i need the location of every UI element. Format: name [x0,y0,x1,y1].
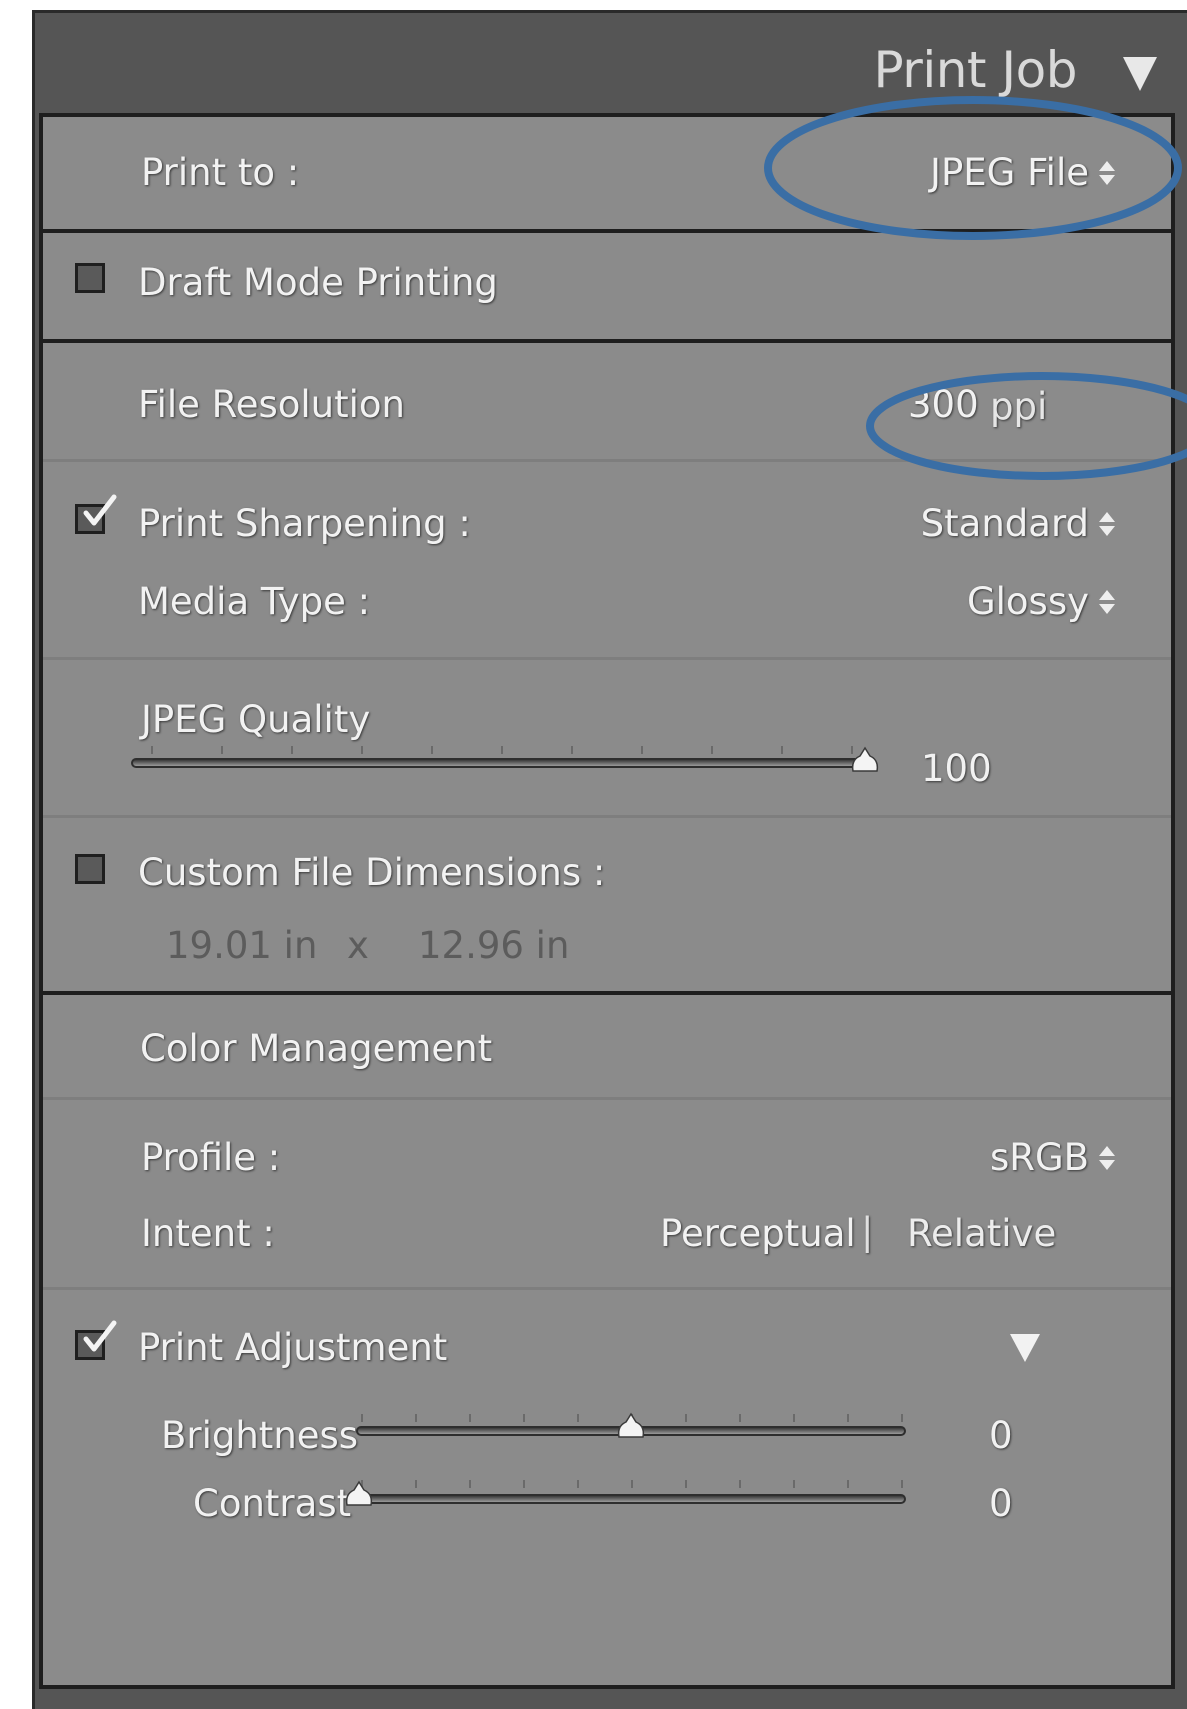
triangle-down-icon[interactable] [1008,1330,1042,1364]
intent-relative-option[interactable]: Relative [907,1212,1056,1255]
print-to-label: Print to : [141,151,300,194]
intent-label: Intent : [141,1212,275,1255]
print-adjustment-section: Print Adjustment Brightness 0 Contrast 0 [43,1290,1171,1685]
color-management-label: Color Management [140,1027,493,1070]
stepper-icon [1099,589,1115,619]
draft-mode-checkbox[interactable] [75,263,105,293]
file-resolution-unit: ppi [990,385,1048,428]
brightness-value[interactable]: 0 [989,1414,1013,1457]
jpeg-quality-slider-track[interactable] [131,758,868,768]
brightness-slider-thumb[interactable] [616,1412,646,1442]
profile-select[interactable]: sRGB [990,1136,1115,1179]
contrast-label: Contrast [193,1482,352,1525]
custom-width-field[interactable]: 19.01 in [166,924,317,967]
jpeg-quality-label: JPEG Quality [141,698,371,741]
media-type-label: Media Type : [138,580,371,623]
draft-mode-section: Draft Mode Printing [43,233,1171,343]
custom-height-field[interactable]: 12.96 in [418,924,569,967]
jpeg-quality-section: JPEG Quality 100 [43,660,1171,818]
print-adjustment-checkbox[interactable] [75,1320,117,1360]
dimension-separator: x [347,924,369,967]
profile-label: Profile : [141,1136,281,1179]
profile-value: sRGB [989,1136,1089,1179]
jpeg-quality-ticks [133,746,853,754]
contrast-ticks [357,1480,907,1488]
jpeg-quality-slider-thumb[interactable] [850,746,880,776]
checkmark-icon [83,494,117,526]
brightness-label: Brightness [161,1414,359,1457]
panel-header[interactable]: Print Job [35,13,1187,113]
media-type-select[interactable]: Glossy [967,580,1115,623]
checkmark-icon [83,1320,117,1352]
media-type-value: Glossy [966,580,1089,623]
stepper-icon [1099,160,1115,190]
sharpening-section: Print Sharpening : Standard Media Type :… [43,462,1171,660]
file-resolution-section: File Resolution 300 ppi [43,343,1171,462]
intent-divider: | [861,1210,874,1253]
contrast-value[interactable]: 0 [989,1482,1013,1525]
stepper-icon [1099,511,1115,541]
file-resolution-input[interactable]: 300 [908,383,979,426]
print-job-panel: Print Job Print to : JPEG File Draft Mod… [32,10,1187,1709]
custom-dimensions-checkbox[interactable] [75,854,105,884]
print-sharpening-checkbox[interactable] [75,494,117,534]
print-sharpening-select[interactable]: Standard [921,502,1115,545]
custom-dimensions-section: Custom File Dimensions : 19.01 in x 12.9… [43,818,1171,995]
jpeg-quality-value[interactable]: 100 [921,747,992,790]
stepper-icon [1099,1145,1115,1175]
print-to-select[interactable]: JPEG File [930,151,1115,194]
triangle-down-icon[interactable] [1123,57,1157,91]
color-management-section: Color Management [43,995,1171,1100]
contrast-slider-track[interactable] [356,1494,906,1504]
draft-mode-label: Draft Mode Printing [138,261,498,304]
print-to-value: JPEG File [930,151,1089,194]
print-sharpening-value: Standard [920,502,1089,545]
print-adjustment-label: Print Adjustment [138,1326,448,1369]
custom-dimensions-label: Custom File Dimensions : [138,851,606,894]
intent-perceptual-option[interactable]: Perceptual [660,1212,856,1255]
print-sharpening-label: Print Sharpening : [138,502,471,545]
panel-title: Print Job [873,41,1078,99]
panel-body: Print to : JPEG File Draft Mode Printing… [39,113,1175,1689]
file-resolution-label: File Resolution [138,383,406,426]
contrast-slider-thumb[interactable] [344,1480,374,1510]
print-to-section: Print to : JPEG File [43,117,1171,233]
profile-intent-section: Profile : sRGB Intent : Perceptual | Rel… [43,1100,1171,1290]
